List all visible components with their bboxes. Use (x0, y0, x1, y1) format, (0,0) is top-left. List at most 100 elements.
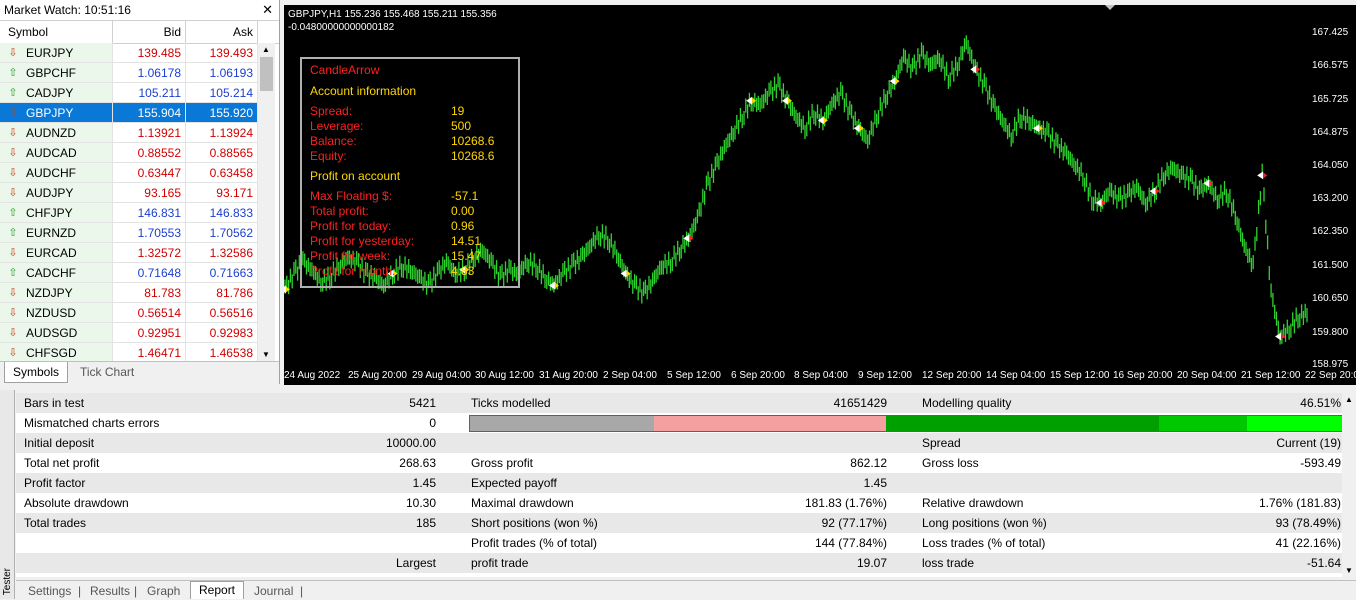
time-tick-label: 31 Aug 20:00 (539, 370, 598, 381)
report-label: Spread (922, 436, 961, 450)
symbol-cell[interactable]: ⇩ CHFSGD (0, 343, 113, 363)
col-ask[interactable]: Ask (186, 21, 258, 43)
market-watch-row[interactable]: ⇩ AUDNZD 1.13921 1.13924 (0, 123, 258, 143)
market-watch-row[interactable]: ⇩ NZDJPY 81.783 81.786 (0, 283, 258, 303)
symbol-cell[interactable]: ⇧ GBPCHF (0, 63, 113, 83)
symbol-cell[interactable]: ⇩ NZDUSD (0, 303, 113, 323)
report-label: Maximal drawdown (471, 496, 574, 510)
report-value: 144 (77.84%) (814, 536, 887, 550)
maxfloat-label: Max Floating $: (310, 189, 393, 203)
symbol-cell[interactable]: ⇩ GBPJPY (0, 103, 113, 123)
time-tick-label: 22 Sep 20:00 (1305, 370, 1356, 381)
report-value: 5421 (409, 396, 436, 410)
report-value: 10.30 (405, 496, 436, 510)
report-value: 1.45 (863, 476, 887, 490)
report-label: Short positions (won %) (471, 516, 598, 530)
symbol-name: EURJPY (26, 45, 74, 60)
report-label: Long positions (won %) (922, 516, 1047, 530)
report-value: 185 (415, 516, 436, 530)
symbol-cell[interactable]: ⇩ AUDCAD (0, 143, 113, 163)
report-scrollbar[interactable]: ▲ ▼ (1342, 393, 1356, 577)
price-tick-label: 164.050 (1312, 160, 1349, 171)
tab-symbols[interactable]: Symbols (4, 362, 69, 383)
market-watch-row[interactable]: ⇩ EURJPY 139.485 139.493 (0, 43, 258, 63)
scroll-up-icon[interactable]: ▲ (1345, 395, 1353, 404)
tab-results[interactable]: Results (90, 583, 130, 600)
report-row: Total trades 185 Short positions (won %) 92… (16, 513, 1342, 533)
symbol-cell[interactable]: ⇩ EURCAD (0, 243, 113, 263)
symbol-name: NZDUSD (26, 305, 76, 320)
market-watch-scrollbar[interactable]: ▲ ▼ (258, 43, 275, 361)
market-watch-row[interactable]: ⇧ CADCHF 0.71648 0.71663 (0, 263, 258, 283)
symbol-cell[interactable]: ⇧ CADJPY (0, 83, 113, 103)
tab-settings[interactable]: Settings (28, 583, 71, 600)
bid-cell: 1.46471 (113, 343, 186, 363)
price-tick-label: 163.200 (1312, 193, 1349, 204)
tab-journal[interactable]: Journal (254, 583, 293, 600)
col-symbol[interactable]: Symbol (0, 21, 113, 43)
market-watch-row[interactable]: ⇩ AUDCHF 0.63447 0.63458 (0, 163, 258, 183)
arrow-up-icon: ⇧ (8, 206, 18, 219)
market-watch-row[interactable]: ⇩ GBPJPY 155.904 155.920 (0, 103, 258, 123)
report-value: 41651429 (833, 396, 887, 410)
market-watch-row[interactable]: ⇩ CHFSGD 1.46471 1.46538 (0, 343, 258, 363)
spread-value: 19 (451, 104, 465, 118)
yesterday-value: 14.51 (451, 234, 482, 248)
time-tick-label: 6 Sep 20:00 (731, 370, 785, 381)
scroll-down-icon[interactable]: ▼ (1345, 566, 1353, 575)
symbol-name: NZDJPY (26, 285, 73, 300)
tab-graph[interactable]: Graph (147, 583, 180, 600)
symbol-cell[interactable]: ⇩ AUDCHF (0, 163, 113, 183)
ask-cell: 81.786 (186, 283, 258, 303)
price-tick-label: 162.350 (1312, 226, 1349, 237)
tab-report[interactable]: Report (190, 581, 245, 599)
tab-tick-chart[interactable]: Tick Chart (72, 362, 142, 382)
symbol-cell[interactable]: ⇧ CHFJPY (0, 203, 113, 223)
bid-cell: 0.92951 (113, 323, 186, 343)
market-watch-row[interactable]: ⇧ EURNZD 1.70553 1.70562 (0, 223, 258, 243)
ask-cell: 1.13924 (186, 123, 258, 143)
symbol-cell[interactable]: ⇩ NZDJPY (0, 283, 113, 303)
symbol-name: AUDCAD (26, 145, 77, 160)
time-tick-label: 24 Aug 2022 (284, 370, 341, 381)
arrow-down-icon: ⇩ (8, 166, 18, 179)
report-label: loss trade (922, 556, 975, 570)
scroll-down-icon[interactable]: ▼ (262, 350, 270, 359)
symbol-cell[interactable]: ⇩ AUDNZD (0, 123, 113, 143)
symbol-name: AUDJPY (26, 185, 74, 200)
arrow-up-icon: ⇧ (8, 226, 18, 239)
market-watch-row[interactable]: ⇧ GBPCHF 1.06178 1.06193 (0, 63, 258, 83)
close-icon[interactable]: ✕ (262, 0, 273, 20)
market-watch-row[interactable]: ⇩ AUDCAD 0.88552 0.88565 (0, 143, 258, 163)
report-row: Largest profit trade 19.07 loss trade -51.64 (16, 553, 1342, 573)
report-label: profit trade (471, 573, 528, 577)
symbol-cell[interactable]: ⇩ AUDJPY (0, 183, 113, 203)
market-watch-header: Symbol Bid Ask (0, 21, 279, 44)
symbol-cell[interactable]: ⇧ EURNZD (0, 223, 113, 243)
market-watch-row[interactable]: ⇩ AUDSGD 0.92951 0.92983 (0, 323, 258, 343)
ask-cell: 0.56516 (186, 303, 258, 323)
arrow-down-icon: ⇩ (8, 106, 18, 119)
symbol-name: CADJPY (26, 85, 74, 100)
scroll-thumb[interactable] (260, 57, 273, 91)
market-watch-row[interactable]: ⇧ CADJPY 105.211 105.214 (0, 83, 258, 103)
symbol-cell[interactable]: ⇩ AUDSGD (0, 323, 113, 343)
symbol-name: EURCAD (26, 245, 77, 260)
time-tick-label: 25 Aug 20:00 (348, 370, 407, 381)
symbol-cell[interactable]: ⇧ CADCHF (0, 263, 113, 283)
market-watch-row[interactable]: ⇩ EURCAD 1.32572 1.32586 (0, 243, 258, 263)
report-value: 92 (77.17%) (821, 516, 887, 530)
price-chart[interactable]: GBPJPY,H1 155.236 155.468 155.211 155.35… (284, 5, 1356, 385)
quality-bar-segment (654, 416, 887, 431)
scroll-up-icon[interactable]: ▲ (262, 45, 270, 54)
symbol-cell[interactable]: ⇩ EURJPY (0, 43, 113, 63)
time-tick-label: 2 Sep 04:00 (603, 370, 657, 381)
price-tick-label: 167.425 (1312, 27, 1349, 38)
ask-cell: 0.92983 (186, 323, 258, 343)
market-watch-row[interactable]: ⇩ AUDJPY 93.165 93.171 (0, 183, 258, 203)
market-watch-row[interactable]: ⇩ NZDUSD 0.56514 0.56516 (0, 303, 258, 323)
report-value: 41 (22.16%) (1275, 536, 1341, 550)
yesterday-label: Profit for yesterday: (310, 234, 415, 248)
market-watch-row[interactable]: ⇧ CHFJPY 146.831 146.833 (0, 203, 258, 223)
col-bid[interactable]: Bid (113, 21, 186, 43)
